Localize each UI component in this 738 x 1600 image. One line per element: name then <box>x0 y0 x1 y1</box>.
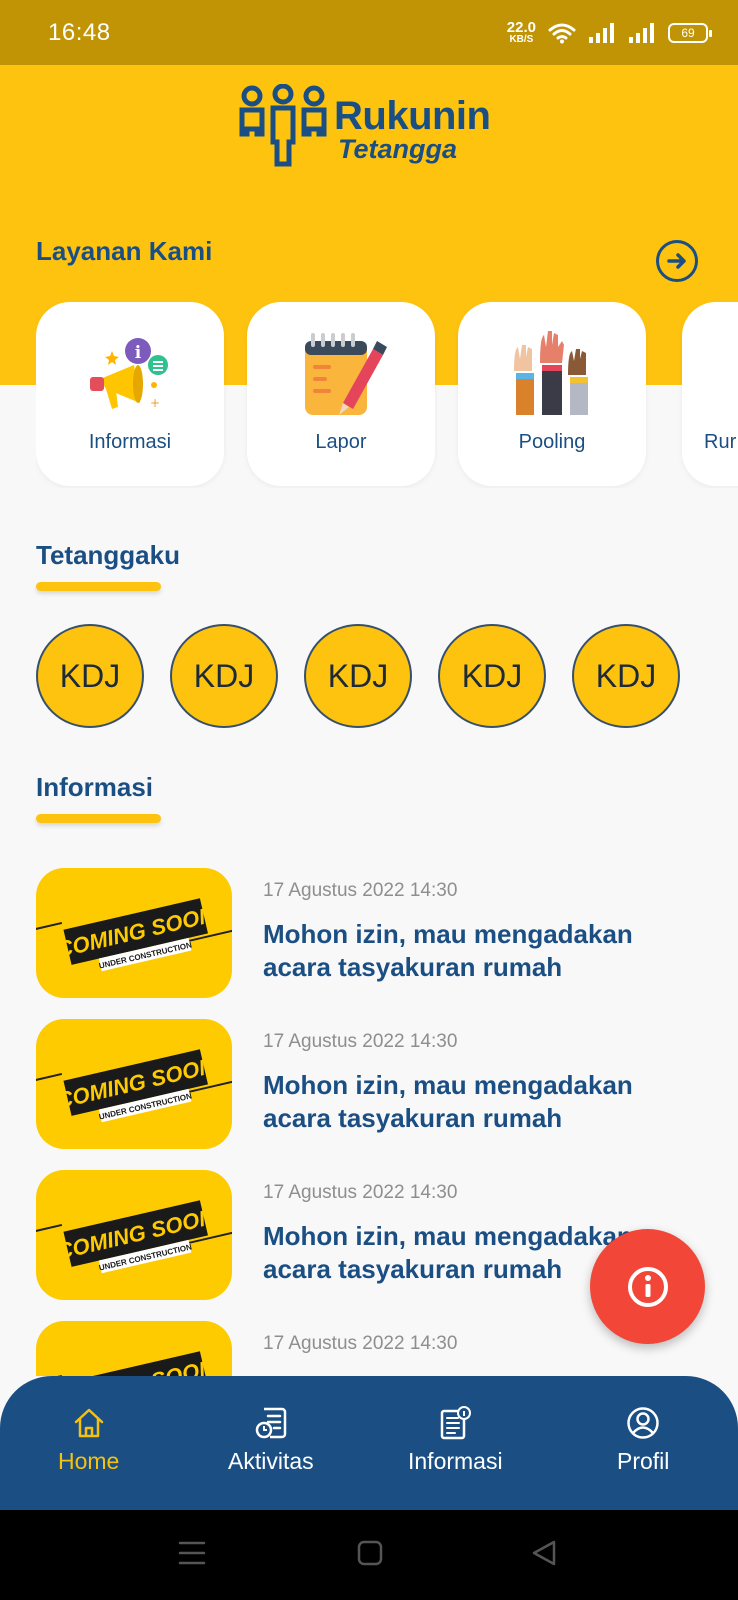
nav-label: Aktivitas <box>228 1448 314 1474</box>
notepad-pen-icon <box>305 333 387 415</box>
neighbor-avatar[interactable]: KDJ <box>572 624 680 728</box>
info-headline: Mohon izin, mau mengadakan acara tasyaku… <box>263 1070 633 1133</box>
svg-text:i: i <box>135 343 142 363</box>
neighbors-title-underline <box>36 582 161 591</box>
profile-icon <box>627 1407 659 1439</box>
logo-subtitle: Tetangga <box>338 134 458 164</box>
info-list-item[interactable]: COMING SOON UNDER CONSTRUCTION 17 Agustu… <box>36 868 736 1000</box>
services-title: Layanan Kami <box>36 236 213 266</box>
activity-icon <box>255 1407 287 1439</box>
arrow-right-icon <box>667 253 686 269</box>
info-date: 17 Agustus 2022 14:30 <box>263 1333 458 1354</box>
coming-soon-banner: COMING SOON UNDER CONSTRUCTION <box>36 1200 232 1274</box>
coming-soon-banner: COMING SOON <box>36 1351 218 1376</box>
home-icon <box>74 1408 103 1438</box>
info-icon <box>627 1266 668 1307</box>
logo-text: Rukunin Tetangga <box>334 84 491 164</box>
neighbor-avatar[interactable]: KDJ <box>36 624 144 728</box>
info-title-underline <box>36 814 161 823</box>
app-logo: Rukunin Tetangga <box>238 84 491 170</box>
info-fab-button[interactable] <box>590 1229 705 1344</box>
network-speed-unit: KB/S <box>509 34 534 45</box>
service-label: Lapor <box>315 431 367 453</box>
nav-aktivitas[interactable]: Aktivitas <box>228 1406 314 1475</box>
coming-soon-thumbnail: COMING SOON <box>36 1321 232 1376</box>
neighbor-avatar[interactable]: KDJ <box>304 624 412 728</box>
info-date: 17 Agustus 2022 14:30 <box>263 1182 458 1203</box>
battery-level: 69 <box>681 25 695 40</box>
coming-soon-banner: COMING SOON UNDER CONSTRUCTION <box>36 1049 232 1123</box>
coming-soon-thumbnail: COMING SOON UNDER CONSTRUCTION <box>36 1019 232 1149</box>
info-doc-icon <box>441 1406 472 1440</box>
info-title: Informasi <box>36 772 154 802</box>
logo-title: Rukunin <box>334 94 491 138</box>
service-label: Informasi <box>88 431 172 453</box>
service-card-partial[interactable]: Rur <box>682 302 738 486</box>
home-button-icon[interactable] <box>356 1539 384 1567</box>
network-speed: 22.0 KB/S <box>507 20 536 45</box>
battery-icon: 69 <box>668 22 712 43</box>
signal-icon-2 <box>629 22 654 43</box>
system-navigation-bar <box>0 1510 738 1600</box>
info-date: 17 Agustus 2022 14:30 <box>263 880 458 901</box>
services-carousel[interactable]: i + Informasi Lapor Pooling Rur <box>36 302 738 488</box>
neighbors-title: Tetanggaku <box>36 540 180 570</box>
status-time: 16:48 <box>48 18 111 46</box>
info-list-item[interactable]: COMING SOON UNDER CONSTRUCTION 17 Agustu… <box>36 1019 736 1151</box>
signal-icon <box>589 22 614 43</box>
coming-soon-thumbnail: COMING SOON UNDER CONSTRUCTION <box>36 868 232 998</box>
services-see-all-button[interactable] <box>656 240 698 282</box>
network-speed-value: 22.0 <box>506 19 536 36</box>
service-card-pooling[interactable]: Pooling <box>458 302 646 486</box>
coming-soon-thumbnail: COMING SOON UNDER CONSTRUCTION <box>36 1170 232 1300</box>
info-date: 17 Agustus 2022 14:30 <box>263 1031 458 1052</box>
people-logo-icon <box>239 84 327 167</box>
recents-icon[interactable] <box>178 1540 206 1566</box>
service-label: Pooling <box>518 431 586 453</box>
service-card-informasi[interactable]: i + Informasi <box>36 302 224 486</box>
back-icon[interactable] <box>530 1539 558 1567</box>
svg-text:+: + <box>150 396 160 410</box>
nav-label: Profil <box>617 1448 670 1474</box>
nav-profil[interactable]: Profil <box>617 1406 669 1475</box>
info-headline: Mohon izin, mau mengadakan acara tasyaku… <box>263 919 633 982</box>
status-icons: 22.0 KB/S 69 <box>507 20 712 45</box>
megaphone-icon: i + <box>90 338 168 410</box>
neighbor-avatar[interactable]: KDJ <box>438 624 546 728</box>
service-card-lapor[interactable]: Lapor <box>247 302 435 486</box>
coming-soon-banner: COMING SOON UNDER CONSTRUCTION <box>36 898 232 972</box>
wifi-icon <box>548 23 576 43</box>
nav-home[interactable]: Home <box>58 1406 119 1475</box>
nav-label: Informasi <box>408 1448 503 1474</box>
nav-informasi[interactable]: Informasi <box>408 1406 503 1475</box>
status-bar: 16:48 22.0 KB/S 69 <box>0 0 738 65</box>
nav-label: Home <box>58 1448 120 1474</box>
neighbors-list: KDJ KDJ KDJ KDJ KDJ <box>36 624 680 728</box>
neighbor-avatar[interactable]: KDJ <box>170 624 278 728</box>
raised-hands-icon <box>514 331 588 415</box>
bottom-navigation: Home Aktivitas Informasi Profil <box>0 1376 738 1510</box>
service-label: Rur <box>704 431 737 453</box>
